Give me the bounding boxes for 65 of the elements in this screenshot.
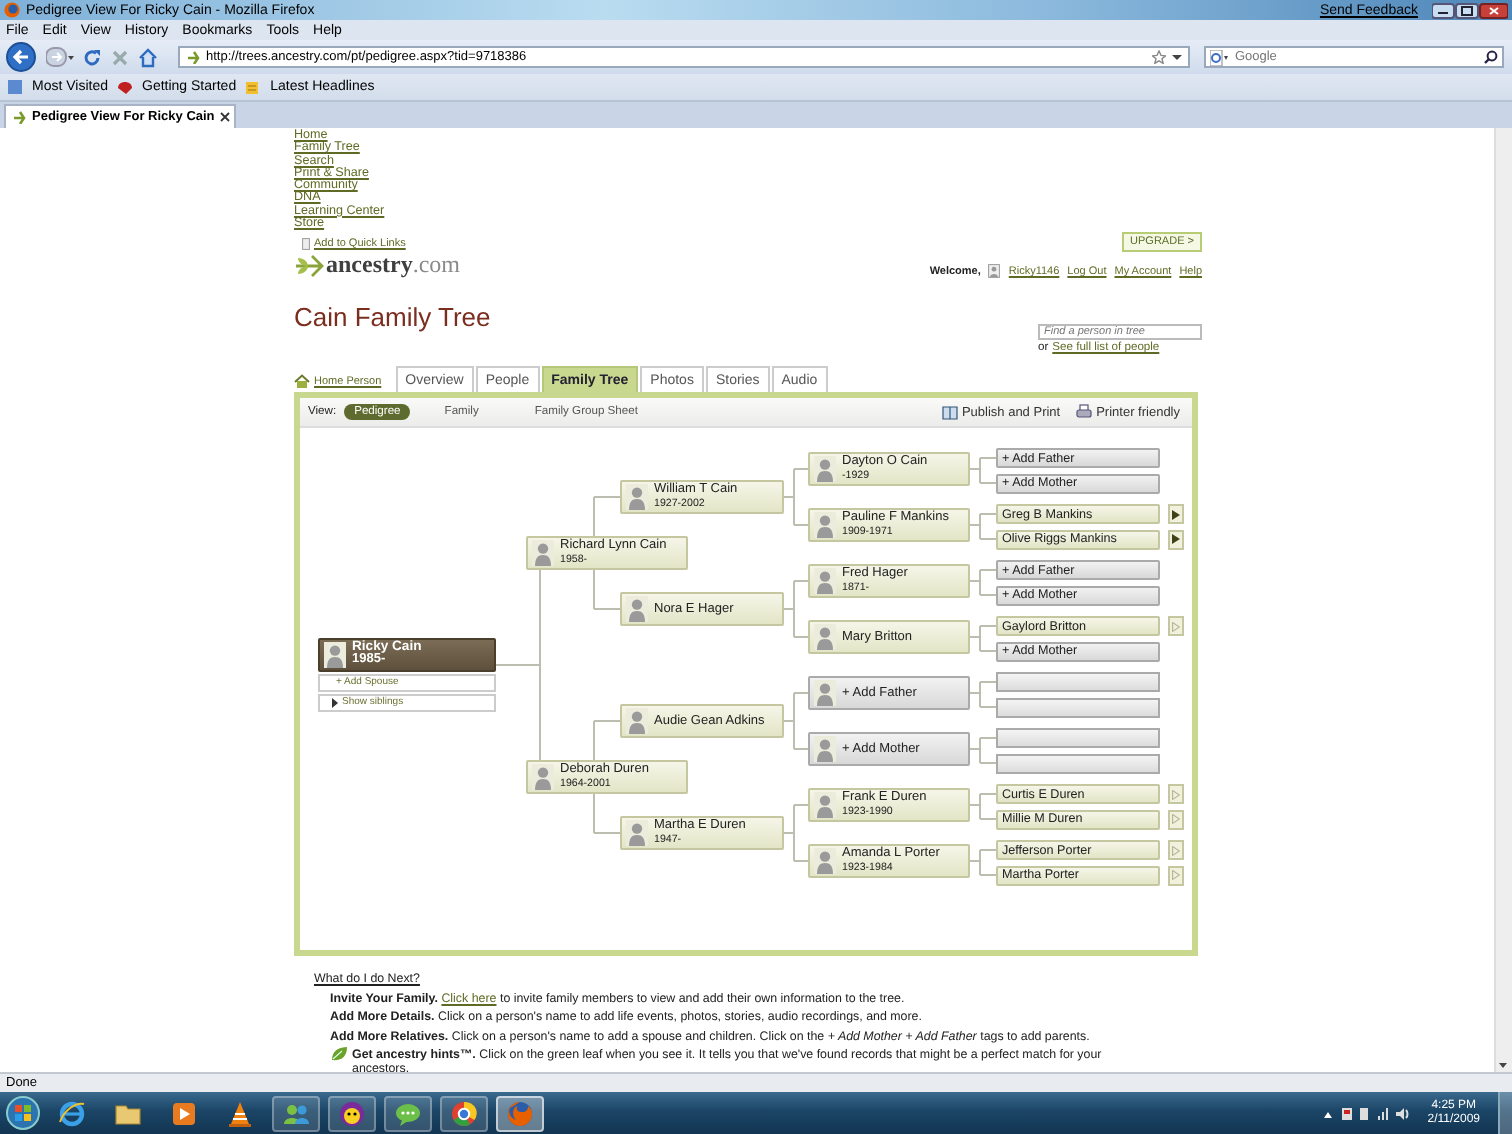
site-logo[interactable]: ancestry.com (326, 250, 460, 281)
star-icon[interactable] (1152, 50, 1167, 64)
leaf-logo-icon (294, 253, 324, 278)
search-icon[interactable] (1484, 50, 1498, 64)
connector-line (783, 580, 809, 639)
traffic-cone-icon (226, 1099, 254, 1127)
taskbar-button[interactable] (440, 1095, 488, 1131)
chrome-icon (450, 1099, 478, 1127)
connector-line (969, 569, 997, 597)
connector-line (969, 849, 997, 877)
connector-line (969, 737, 997, 765)
silhouette-icon (814, 792, 836, 819)
window-controls-icon (1432, 1, 1508, 19)
page-title: Cain Family Tree (294, 302, 491, 333)
silhouette-icon (814, 456, 836, 483)
forward-icon[interactable] (46, 46, 74, 68)
connector-line (783, 692, 809, 751)
home-icon[interactable] (138, 47, 158, 67)
connector-line (969, 513, 997, 541)
silhouette-icon (626, 820, 648, 847)
play-icon (170, 1099, 198, 1127)
expand-button[interactable] (1168, 504, 1184, 525)
bookmark-icon (6, 78, 24, 96)
silhouette-icon (814, 736, 836, 763)
smiley-icon (338, 1099, 366, 1127)
silhouette-icon (324, 641, 346, 668)
feed-icon (244, 78, 263, 96)
silhouette-icon (814, 568, 836, 595)
printer-icon (1076, 404, 1093, 421)
back-icon[interactable] (6, 42, 38, 72)
connector-line (969, 793, 997, 821)
browser-e-icon (58, 1099, 86, 1127)
silhouette-icon (626, 484, 648, 511)
silhouette-icon (814, 512, 836, 539)
show-desktop-button[interactable] (1498, 1092, 1512, 1134)
reload-icon[interactable] (82, 47, 102, 67)
taskbar-button[interactable] (328, 1095, 376, 1131)
scrollbar[interactable] (1494, 128, 1512, 1072)
silhouette-icon (814, 624, 836, 651)
connector-line (783, 804, 809, 863)
bookmark-icon (116, 78, 134, 96)
page-icon (302, 237, 310, 250)
book-icon (941, 404, 958, 421)
expand-button[interactable] (1168, 529, 1184, 550)
leaf-icon (330, 1046, 348, 1062)
dropdown-icon[interactable] (1172, 52, 1183, 62)
connector-line (783, 468, 809, 527)
silhouette-icon (532, 540, 554, 567)
start-orb-icon[interactable] (6, 1096, 40, 1130)
people-icon (282, 1099, 310, 1127)
connector-line (969, 681, 997, 709)
triangle-icon (332, 697, 338, 708)
silhouette-icon (814, 680, 836, 707)
chat-bubble-icon (394, 1099, 422, 1127)
connector-line (969, 625, 997, 653)
house-icon (294, 374, 310, 389)
folder-icon (114, 1099, 142, 1127)
user-icon (988, 264, 1001, 279)
tray-icons (1321, 1105, 1410, 1121)
silhouette-icon (626, 596, 648, 623)
silhouette-icon (814, 848, 836, 875)
connector-line (969, 457, 997, 485)
silhouette-icon (626, 708, 648, 735)
close-icon[interactable] (220, 112, 231, 122)
silhouette-icon (532, 764, 554, 791)
